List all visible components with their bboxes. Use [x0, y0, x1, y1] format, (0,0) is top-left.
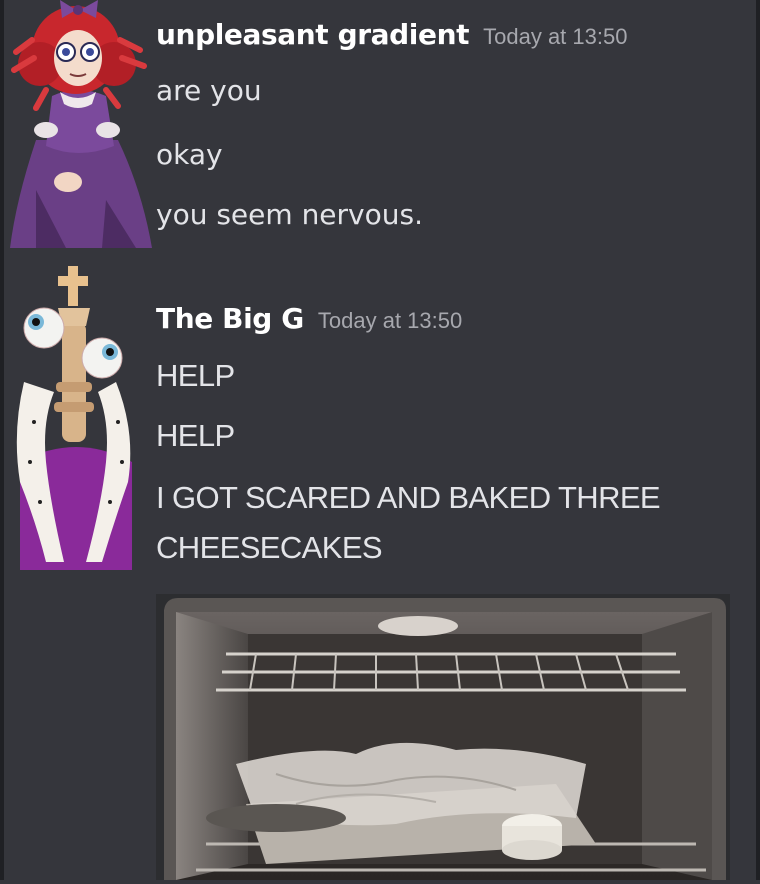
message-text: I GOT SCARED AND BAKED THREE	[156, 480, 661, 515]
username[interactable]: unpleasant gradient	[156, 18, 470, 51]
message-group: unpleasant gradient Today at 13:50 are yo…	[0, 0, 760, 250]
message-text: okay	[156, 138, 223, 171]
message-header: unpleasant gradient Today at 13:50	[156, 18, 627, 51]
message-text: CHEESECAKES	[156, 530, 383, 565]
message-text: you seem nervous.	[156, 198, 423, 231]
oven-photo-icon[interactable]	[156, 594, 730, 880]
message-header: The Big G Today at 13:50	[156, 302, 462, 335]
chess-king-avatar-icon[interactable]	[6, 262, 138, 570]
username[interactable]: The Big G	[156, 302, 304, 335]
ragdoll-avatar-icon[interactable]	[6, 0, 152, 248]
timestamp[interactable]: Today at 13:50	[483, 24, 627, 49]
message-text: HELP	[156, 418, 235, 453]
message-group: The Big G Today at 13:50 HELP HELP I GOT …	[0, 262, 760, 582]
message-text: HELP	[156, 358, 235, 393]
timestamp[interactable]: Today at 13:50	[318, 308, 462, 333]
message-text: are you	[156, 74, 262, 107]
